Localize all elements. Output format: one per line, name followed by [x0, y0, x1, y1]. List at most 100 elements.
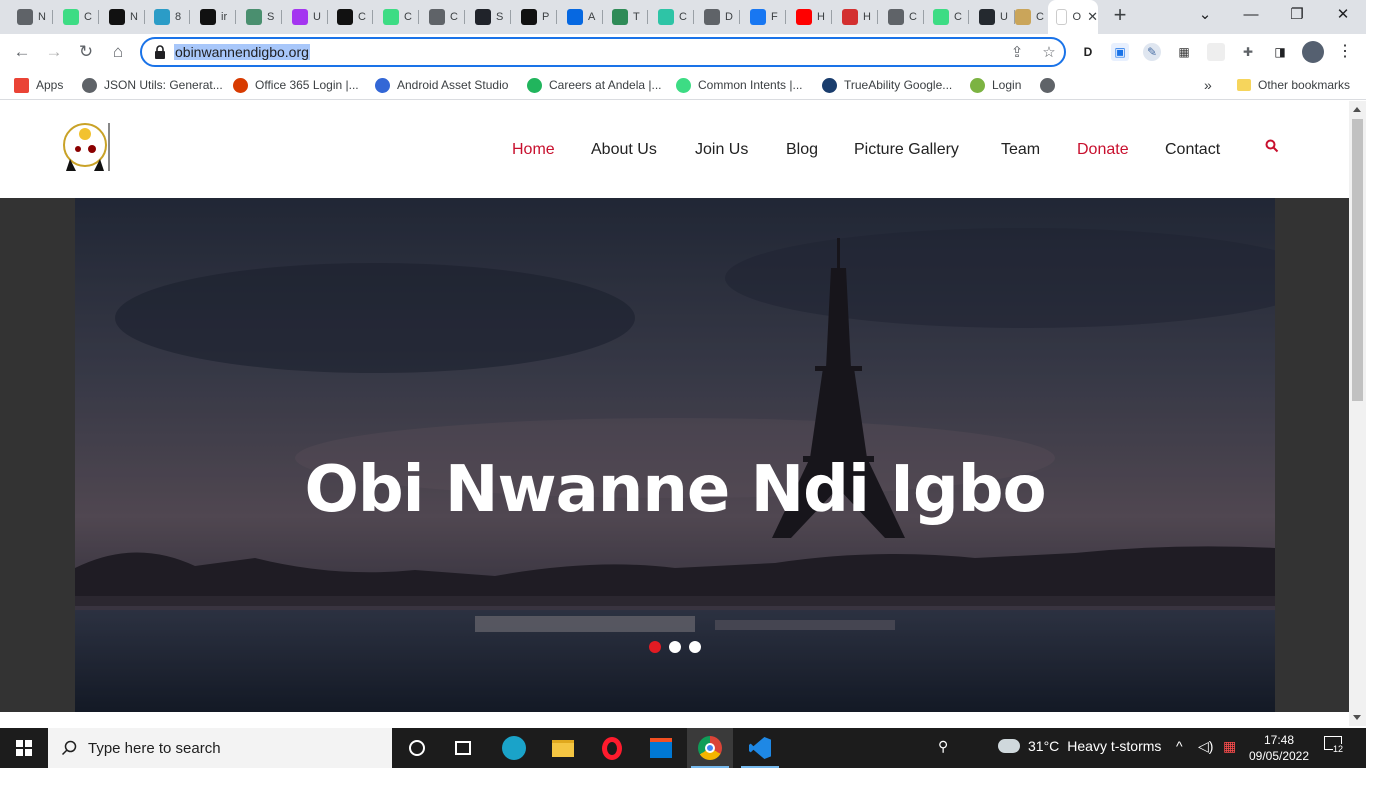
nav-contact[interactable]: Contact — [1165, 141, 1220, 159]
close-tab-icon[interactable]: ✕ — [1087, 9, 1098, 25]
people-icon[interactable]: ⚲ — [938, 738, 948, 755]
tab-9[interactable]: C — [420, 6, 465, 28]
tab-19[interactable]: C — [879, 6, 924, 28]
share-icon[interactable]: ⇪ — [1008, 44, 1026, 62]
tab-16[interactable]: F — [741, 6, 786, 28]
tab-12[interactable]: A — [558, 6, 603, 28]
extension-d-icon[interactable]: D — [1079, 43, 1097, 61]
tab-22[interactable]: C — [1006, 6, 1051, 28]
bookmark-item[interactable]: Office 365 Login |... — [233, 76, 359, 94]
vscode-icon[interactable] — [737, 728, 783, 768]
arrow-icon — [612, 9, 628, 25]
tab-8[interactable]: C — [374, 6, 419, 28]
url-text[interactable]: obinwannendigbo.org — [174, 44, 310, 60]
forward-button[interactable]: → — [42, 40, 66, 64]
tab-18[interactable]: H — [833, 6, 878, 28]
close-window-button[interactable]: ✕ — [1332, 4, 1354, 26]
bookmark-item[interactable]: Android Asset Studio — [375, 76, 508, 94]
tab-3[interactable]: 8 — [145, 6, 190, 28]
tab-search-icon[interactable]: ⌄ — [1194, 4, 1216, 26]
reload-button[interactable]: ↻ — [74, 40, 98, 64]
extensions-puzzle-icon[interactable]: ✚ — [1239, 43, 1257, 61]
bookmark-item[interactable]: Careers at Andela |... — [527, 76, 662, 94]
taskbar-clock[interactable]: 17:48 09/05/2022 — [1246, 732, 1312, 764]
nav-home[interactable]: Home — [512, 141, 555, 159]
tab-11[interactable]: P — [512, 6, 557, 28]
bookmark-item[interactable]: Common Intents |... — [676, 76, 803, 94]
tab-10[interactable]: S — [466, 6, 511, 28]
site-logo[interactable] — [60, 121, 110, 173]
calendar-badge-icon[interactable]: ▦ — [1223, 738, 1236, 755]
tab-4[interactable]: ir — [191, 6, 236, 28]
restore-button[interactable]: ❐ — [1286, 4, 1308, 26]
search-icon[interactable] — [1265, 139, 1279, 153]
other-bookmarks-folder[interactable]: Other bookmarks — [1237, 76, 1350, 94]
bookmark-globe[interactable] — [1040, 76, 1055, 94]
task-view-icon[interactable] — [440, 728, 486, 768]
scroll-up-arrow-icon[interactable] — [1353, 107, 1361, 112]
react-icon — [475, 9, 491, 25]
nav-about-us[interactable]: About Us — [591, 141, 657, 159]
nav-team[interactable]: Team — [1001, 141, 1040, 159]
cortana-icon[interactable] — [394, 728, 440, 768]
weather-widget[interactable]: 31°C Heavy t-storms — [998, 738, 1161, 754]
tab-title: ir — [221, 11, 228, 23]
file-explorer-icon[interactable] — [540, 728, 586, 768]
bookmark-star-icon[interactable]: ☆ — [1040, 44, 1058, 62]
side-panel-icon[interactable]: ◨ — [1271, 43, 1289, 61]
slider-dot-2[interactable] — [669, 641, 681, 653]
tab-14[interactable]: C — [649, 6, 694, 28]
scroll-down-arrow-icon[interactable] — [1353, 715, 1361, 720]
windows-start-icon[interactable] — [0, 728, 48, 768]
extension-bag-icon[interactable]: ▦ — [1175, 43, 1193, 61]
extension-blank-icon[interactable] — [1207, 43, 1225, 61]
minimize-button[interactable]: — — [1240, 4, 1262, 26]
site-header: Home About Us Join Us Blog Picture Gallery Te… — [0, 101, 1349, 198]
slider-dot-3[interactable] — [689, 641, 701, 653]
bookmark-item[interactable]: JSON Utils: Generat... — [82, 76, 223, 94]
more-bookmarks-button[interactable]: » — [1204, 76, 1212, 94]
tab-2[interactable]: N — [100, 6, 145, 28]
tab-title: S — [267, 11, 275, 23]
new-tab-button[interactable]: + — [1109, 4, 1131, 27]
scroll-thumb[interactable] — [1352, 119, 1363, 401]
nav-picture-gallery[interactable]: Picture Gallery — [854, 141, 959, 159]
page-scrollbar[interactable] — [1349, 101, 1366, 726]
edge-icon[interactable] — [491, 728, 537, 768]
tab-15[interactable]: D — [695, 6, 740, 28]
tab-17[interactable]: H — [787, 6, 832, 28]
lock-icon[interactable] — [154, 45, 166, 59]
tab-1[interactable]: C — [54, 6, 99, 28]
menu-kebab-icon[interactable]: ⋮ — [1336, 43, 1354, 61]
tab-5[interactable]: S — [237, 6, 282, 28]
nav-join-us[interactable]: Join Us — [695, 141, 748, 159]
extension-pen-icon[interactable]: ✎ — [1143, 43, 1161, 61]
tab-6[interactable]: U — [283, 6, 328, 28]
extension-reader-icon[interactable]: ▣ — [1111, 43, 1129, 61]
tab-active[interactable]: O ✕ — [1048, 0, 1098, 34]
opera-icon[interactable] — [589, 728, 635, 768]
bookmark-item[interactable]: TrueAbility Google... — [822, 76, 952, 94]
hero-slider: Obi Nwanne Ndi Igbo — [75, 198, 1275, 712]
address-bar[interactable]: obinwannendigbo.org ⇪ ☆ — [140, 37, 1066, 67]
tab-0[interactable]: N — [8, 6, 53, 28]
bookmark-item[interactable]: Apps — [14, 76, 63, 94]
profile-avatar[interactable] — [1302, 41, 1324, 63]
tab-7[interactable]: C — [328, 6, 373, 28]
taskbar-search-box[interactable]: Type here to search — [48, 728, 392, 768]
tab-20[interactable]: C — [924, 6, 969, 28]
apps-grid-icon — [14, 77, 29, 93]
chrome-taskbar-icon[interactable] — [687, 728, 733, 768]
notifications-button[interactable]: 12 — [1324, 736, 1344, 754]
back-button[interactable]: ← — [10, 40, 34, 64]
page-bottom — [0, 712, 1349, 726]
tab-13[interactable]: T — [603, 6, 648, 28]
microsoft-store-icon[interactable] — [638, 728, 684, 768]
slider-dot-1[interactable] — [649, 641, 661, 653]
bookmark-item[interactable]: Login — [970, 76, 1021, 94]
nav-blog[interactable]: Blog — [786, 141, 818, 159]
volume-icon[interactable]: ◁) — [1198, 738, 1213, 755]
home-button[interactable]: ⌂ — [106, 40, 130, 64]
nav-donate[interactable]: Donate — [1077, 141, 1129, 159]
chevron-up-icon[interactable]: ^ — [1176, 738, 1183, 754]
